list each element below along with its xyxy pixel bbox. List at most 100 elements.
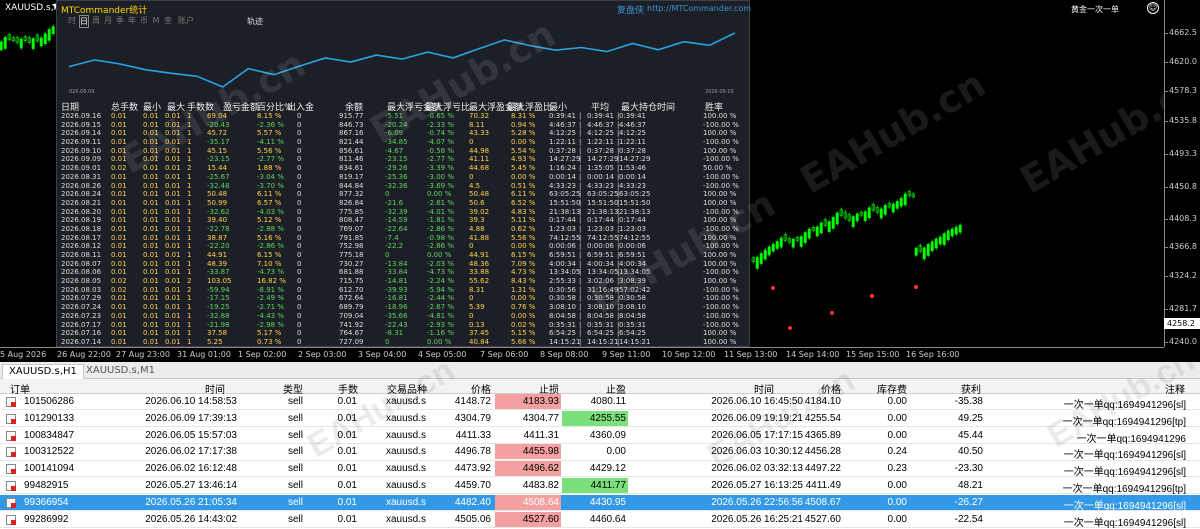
order-profit: -35.38 — [954, 396, 983, 407]
period-tab[interactable]: 日 — [79, 15, 89, 28]
stats-separator: | — [579, 277, 582, 286]
stats-separator: | — [579, 337, 582, 346]
period-tab[interactable]: 周 — [91, 15, 101, 28]
stats-cell: 2026.09.01 — [61, 164, 102, 173]
stats-cell: 100.00 % — [703, 216, 737, 225]
ea-smiley-icon[interactable]: ☺ — [1147, 2, 1159, 14]
stats-cell: 1 — [187, 224, 192, 233]
stats-cell: 0.62 % — [511, 224, 536, 233]
period-tab[interactable]: 金 — [163, 15, 173, 28]
stats-cell: 0 — [469, 242, 474, 251]
stats-separator: | — [579, 164, 582, 173]
stats-cell: -4.81 % — [427, 311, 454, 320]
trade-marker — [870, 294, 874, 298]
order-ticket: 99482915 — [24, 480, 69, 491]
stats-cell: 14:15:21 — [587, 337, 619, 346]
stats-cell: 0.02 — [111, 285, 127, 294]
stats-cell: 6:54:25 — [549, 329, 576, 338]
order-swap: 0.00 — [887, 513, 907, 525]
order-ticket: 101506286 — [24, 396, 75, 407]
period-tab[interactable]: 季 — [115, 15, 125, 28]
stats-cell: 0 — [297, 277, 302, 286]
stats-cell: 3:08:10 — [587, 303, 614, 312]
period-tab[interactable]: 时 — [67, 15, 77, 28]
order-symbol: xauusd.s — [385, 412, 426, 424]
order-swap: 0.24 — [887, 446, 907, 458]
stats-cell: 4:46:37 — [619, 120, 646, 129]
stats-cell: 0 — [297, 198, 302, 207]
order-row[interactable]: 100834847 2026.06.05 15:57:03 sell 0.01 xauu… — [0, 428, 1200, 445]
stats-cell: 31:16:49 — [587, 285, 619, 294]
stats-cell: 0.01 — [143, 120, 159, 129]
period-tab[interactable]: 币 — [139, 15, 149, 28]
stats-cell: 4:33:23 — [619, 181, 646, 190]
period-tab[interactable]: 年 — [127, 15, 137, 28]
track-label[interactable]: 轨迹 — [247, 16, 263, 27]
stats-cell: 5.56 % — [511, 233, 536, 242]
stats-cell: -23.15 — [207, 155, 230, 164]
order-ticket: 99366954 — [24, 496, 69, 508]
stats-cell: 8:04:58 — [549, 311, 576, 320]
stats-cell: 3:08:10 — [619, 303, 646, 312]
stats-cell: 681.88 — [339, 268, 364, 277]
stats-cell: 13:34:05 — [549, 268, 581, 277]
order-row[interactable]: 101506286 2026.06.10 14:58:53 sell 0.01 xauu… — [0, 394, 1200, 411]
stats-cell: 15:51:50 — [549, 198, 581, 207]
stats-separator: | — [579, 259, 582, 268]
order-sl: 4183.93 — [522, 396, 559, 407]
stats-cell: 752.98 — [339, 242, 364, 251]
stats-cell: 0 — [297, 268, 302, 277]
order-row[interactable]: 99482915 2026.05.27 13:46:14 sell 0.01 xauus… — [0, 478, 1200, 495]
tab-xauusd-h1[interactable]: XAUUSD.s,H1 — [2, 364, 84, 379]
price-axis[interactable]: 4662.5 4620.0 4578.3 4535.8 4493.3 4450.8 4408… — [1164, 0, 1200, 347]
stats-cell: -100.00 % — [703, 285, 739, 294]
stats-cell: 38.87 — [207, 233, 228, 242]
period-tab[interactable]: M — [151, 15, 161, 28]
stats-cell: 0.01 — [165, 164, 181, 173]
period-tab[interactable]: 账户 — [175, 15, 197, 28]
order-type: sell — [287, 463, 303, 475]
stats-cell: 4:33:23 — [549, 181, 576, 190]
period-tab[interactable]: 月 — [103, 15, 113, 28]
stats-cell: -29.26 — [385, 164, 408, 173]
stats-cell: 0.01 — [143, 303, 159, 312]
order-icon — [6, 514, 16, 525]
order-row[interactable]: 99366954 2026.05.26 21:05:34 sell 0.01 xauus… — [0, 494, 1200, 512]
stats-cell: -3.00 % — [427, 172, 454, 181]
order-row[interactable]: 101290133 2026.06.09 17:39:13 sell 0.01 xauu… — [0, 410, 1200, 428]
stats-cell: 0 — [297, 155, 302, 164]
order-close-price: 4497.22 — [804, 463, 841, 475]
time-axis[interactable]: 5 Aug 2026 26 Aug 22:00 27 Aug 23:00 31 Aug… — [0, 347, 1164, 362]
panel-brand-link[interactable]: http://MTCommander.com — [647, 4, 751, 13]
stats-cell: -22.78 — [207, 224, 230, 233]
stats-cell: 0.01 — [143, 285, 159, 294]
stats-cell: -2.77 % — [257, 155, 284, 164]
stats-cell: 0:17:44 — [549, 216, 576, 225]
stats-cell: 4:12:25 — [619, 129, 646, 138]
tab-xauusd-m1[interactable]: XAUUSD.s,M1 — [80, 364, 161, 379]
stats-cell: 2 — [187, 277, 192, 286]
order-row[interactable]: 100141094 2026.06.02 16:12:48 sell 0.01 xauu… — [0, 461, 1200, 478]
stats-cell: 6.15 % — [257, 251, 282, 259]
order-swap: 0.00 — [887, 480, 907, 491]
order-row[interactable]: 100312522 2026.06.02 17:17:38 sell 0.01 xauu… — [0, 444, 1200, 461]
stats-cell: 0.01 — [111, 251, 127, 259]
order-row[interactable]: 99286992 2026.05.26 14:43:02 sell 0.01 xauus… — [0, 511, 1200, 529]
order-tp: 4255.55 — [589, 412, 626, 424]
order-history-table[interactable]: 订单 时间 类型 手数 交易品种 价格 止损 止盈 时间 价格 库存费 获利 注释 101506286 2… — [0, 341, 1200, 529]
stats-cell: 612.70 — [339, 285, 364, 294]
stats-separator: | — [579, 251, 582, 259]
stats-cell: 0 — [469, 294, 474, 303]
stats-cell: 1 — [187, 112, 192, 120]
mini-chart-start-date: 026.06.09 — [69, 89, 95, 95]
stats-cell: -32.48 — [207, 181, 230, 190]
stats-cell: -19.25 — [207, 303, 230, 312]
order-ticket: 100141094 — [24, 463, 75, 475]
price-chart[interactable]: XAUUSD.s,H1 黄金一次一单 ☺ MTCommander统计 复盘侠 h… — [0, 0, 1200, 362]
stats-separator: | — [579, 329, 582, 338]
stats-cell: -8.91 % — [257, 285, 284, 294]
stats-cell: 0 — [297, 320, 302, 329]
order-comment: 一次一单qq:1694941296[sl] — [1063, 517, 1186, 529]
stats-cell: 0.01 — [111, 190, 127, 199]
price-tick — [1165, 62, 1168, 63]
